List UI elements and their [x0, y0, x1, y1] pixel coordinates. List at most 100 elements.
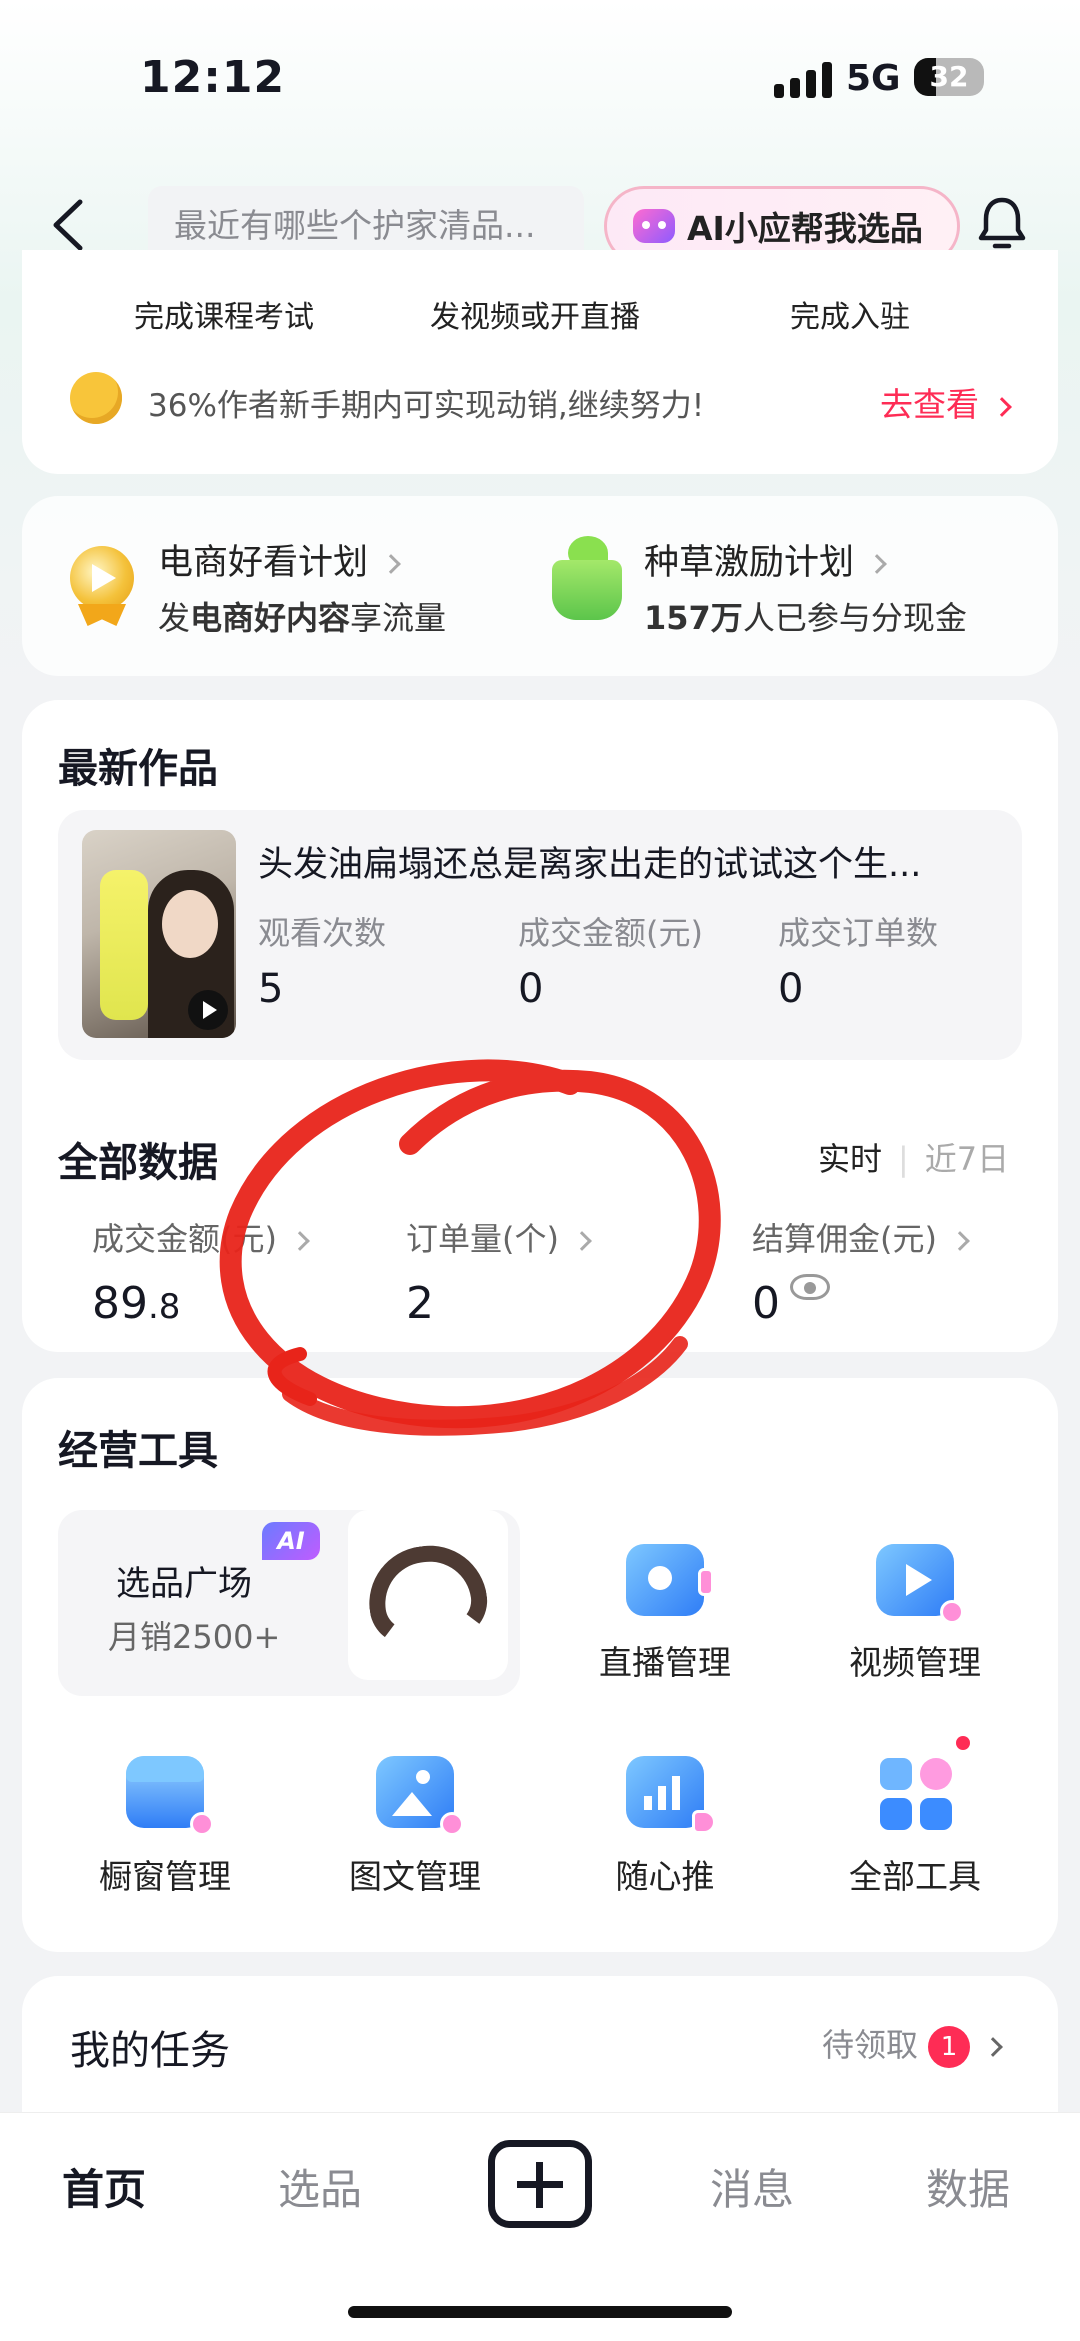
- stat-label: 观看次数: [258, 914, 387, 952]
- icon-tile: [920, 1758, 952, 1790]
- chevron-right-icon: [381, 554, 401, 574]
- onboarding-card: [22, 250, 1058, 474]
- time-range-toggle[interactable]: 实时 | 近7日: [818, 1134, 1009, 1180]
- home-indicator: [348, 2306, 732, 2318]
- chevron-right-icon: [867, 554, 887, 574]
- product-square-sub: 月销2500+: [108, 1618, 281, 1656]
- icon-bar: [672, 1776, 680, 1810]
- view-link[interactable]: 去查看: [880, 378, 1012, 426]
- product-square-title: 选品广场: [116, 1564, 252, 1604]
- step-course-exam: 完成课程考试: [134, 300, 314, 335]
- stat-value: 0: [518, 966, 544, 1012]
- stat-value: 5: [258, 966, 284, 1012]
- tab-messages[interactable]: 消息: [710, 2156, 794, 2217]
- status-time: 12:12: [140, 52, 286, 103]
- all-tools-icon: [880, 1758, 954, 1832]
- headband-shape: [361, 1538, 493, 1650]
- icon-accent: [698, 1568, 714, 1596]
- tab-products[interactable]: 选品: [278, 2156, 362, 2217]
- image-text-manage-icon: [376, 1756, 464, 1836]
- play-icon: [188, 990, 228, 1030]
- section-title-latest: 最新作品: [58, 746, 218, 792]
- toggle-realtime[interactable]: 实时: [818, 1140, 882, 1178]
- tool-showcase-manage[interactable]: 橱窗管理: [65, 1850, 265, 1898]
- tasks-count-badge: 1: [928, 2026, 971, 2068]
- metric-label: 结算佣金(元): [752, 1220, 937, 1258]
- plan-title: 种草激励计划: [644, 543, 855, 583]
- plan-title: 电商好看计划: [158, 543, 369, 583]
- sprout-pot-icon: [552, 560, 622, 620]
- tasks-pending[interactable]: 待领取 1: [822, 2020, 1003, 2068]
- battery-icon: 32: [914, 58, 984, 96]
- ai-pick-label: AI小应帮我选品: [687, 209, 923, 248]
- toggle-7days[interactable]: 近7日: [925, 1140, 1009, 1178]
- icon-accent: [940, 1600, 964, 1624]
- live-manage-icon: [626, 1544, 714, 1616]
- video-manage-icon: [876, 1544, 964, 1624]
- battery-level: 32: [929, 60, 969, 93]
- notification-dot: [956, 1736, 970, 1750]
- metric-value: 0: [752, 1278, 780, 1329]
- icon-glyph: [126, 1756, 204, 1782]
- icon-tile: [880, 1758, 912, 1790]
- red-circle-annotation: [219, 1059, 721, 1436]
- icon-glyph: [648, 1566, 672, 1590]
- stat-value: 0: [778, 966, 804, 1012]
- plan-sub-pre: 发: [158, 599, 191, 637]
- ai-badge: AI: [262, 1522, 320, 1560]
- tool-image-text-manage[interactable]: 图文管理: [315, 1850, 515, 1898]
- stat-label: 成交金额(元): [518, 914, 703, 952]
- tasks-pending-label: 待领取: [822, 2026, 919, 2064]
- toggle-divider: |: [898, 1140, 909, 1178]
- chevron-right-icon: [992, 396, 1012, 417]
- stat-label: 成交订单数: [778, 914, 939, 952]
- tool-promote[interactable]: 随心推: [565, 1850, 765, 1898]
- plan-sub-bold: 电商好内容: [190, 599, 351, 637]
- tip-text: 36%作者新手期内可实现动销,继续努力!: [148, 388, 705, 424]
- tool-video-manage[interactable]: 视频管理: [815, 1636, 1015, 1684]
- thinking-emoji-icon: [70, 372, 122, 424]
- metric-value-dec: .8: [148, 1287, 181, 1327]
- tab-home[interactable]: 首页: [62, 2156, 146, 2217]
- eye-icon[interactable]: [790, 1274, 830, 1300]
- chevron-right-icon: [950, 1231, 970, 1251]
- icon-bar: [658, 1786, 666, 1810]
- step-video-live: 发视频或开直播: [430, 300, 640, 335]
- icon-accent: [440, 1812, 464, 1836]
- icon-accent: [692, 1810, 716, 1834]
- icon-tile: [880, 1798, 912, 1830]
- section-title-tasks: 我的任务: [70, 2028, 230, 2074]
- plan-zhongcao[interactable]: 种草激励计划 157万人已参与分现金: [644, 534, 967, 639]
- work-title: 头发油扁塌还总是离家出走的试试这个生...: [258, 845, 922, 885]
- icon-tile: [920, 1798, 952, 1830]
- thumbnail-bottle: [100, 870, 148, 1020]
- tool-live-manage[interactable]: 直播管理: [565, 1636, 765, 1684]
- signal-icon: [774, 62, 834, 98]
- plan-haokan[interactable]: 电商好看计划 发电商好内容享流量: [158, 534, 446, 639]
- tool-all-tools[interactable]: 全部工具: [815, 1850, 1015, 1898]
- plan-sub-post: 人已参与分现金: [742, 599, 967, 637]
- network-label: 5G: [846, 58, 901, 99]
- headband-image: [348, 1510, 508, 1680]
- medal-play-icon: [70, 546, 134, 610]
- section-title-tools: 经营工具: [58, 1428, 218, 1474]
- icon-glyph-sun: [416, 1770, 430, 1784]
- bell-icon[interactable]: [976, 194, 1028, 252]
- promote-icon: [626, 1756, 716, 1834]
- icon-bar: [644, 1796, 652, 1810]
- ai-robot-icon: [633, 209, 675, 243]
- metric-commission[interactable]: 结算佣金(元) 0: [752, 1214, 970, 1329]
- showcase-manage-icon: [126, 1756, 214, 1836]
- tab-data[interactable]: 数据: [926, 2156, 1010, 2217]
- thumbnail-face: [162, 890, 218, 958]
- plan-sub-post: 享流量: [350, 599, 447, 637]
- view-link-label: 去查看: [880, 385, 979, 424]
- video-thumbnail[interactable]: [82, 830, 236, 1038]
- back-icon[interactable]: [50, 198, 86, 252]
- chevron-right-icon: [983, 2037, 1003, 2057]
- create-plus-button[interactable]: [488, 2140, 592, 2228]
- step-settle: 完成入驻: [790, 300, 910, 335]
- plan-sub-bold: 157万: [644, 599, 743, 637]
- icon-glyph: [392, 1792, 432, 1816]
- icon-accent: [190, 1812, 214, 1836]
